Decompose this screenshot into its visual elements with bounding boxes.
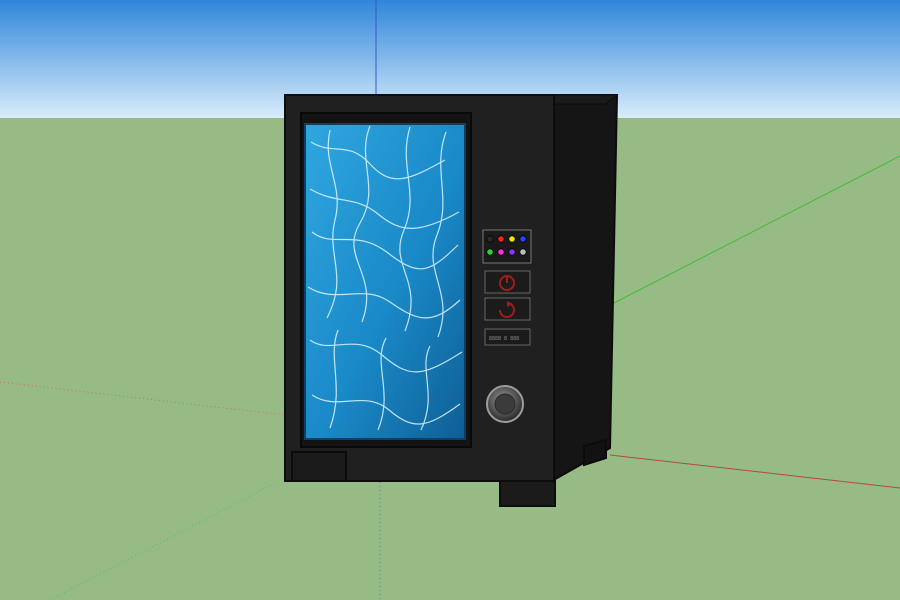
display-text: 8888 8 888 bbox=[489, 336, 519, 342]
keypad-panel bbox=[482, 229, 532, 264]
left-foot bbox=[291, 451, 347, 482]
keypad-button-7[interactable] bbox=[508, 248, 516, 256]
keypad-button-1[interactable] bbox=[486, 235, 494, 243]
keypad-button-4[interactable] bbox=[519, 235, 527, 243]
scene-viewport: 8888 8 888 bbox=[0, 0, 900, 600]
coin-knob-icon bbox=[494, 393, 516, 415]
machine-side bbox=[548, 94, 619, 484]
3d-scene: 8888 8 888 bbox=[0, 0, 900, 600]
keypad-button-8[interactable] bbox=[519, 248, 527, 256]
keypad-button-6[interactable] bbox=[497, 248, 505, 256]
keypad-button-3[interactable] bbox=[508, 235, 516, 243]
keypad-button-2[interactable] bbox=[497, 235, 505, 243]
keypad-button-5[interactable] bbox=[486, 248, 494, 256]
vending-machine: 8888 8 888 bbox=[284, 94, 619, 507]
right-foot bbox=[499, 480, 556, 507]
